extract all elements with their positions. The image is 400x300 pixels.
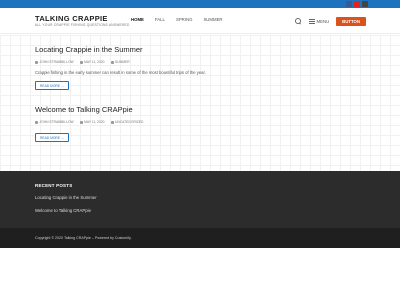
nav-item-fall[interactable]: FALL xyxy=(155,17,165,22)
recent-post-link[interactable]: Locating Crappie in the Summer xyxy=(35,195,97,200)
header-button[interactable]: BUTTON xyxy=(336,17,366,26)
folder-icon xyxy=(110,60,114,64)
social-icons xyxy=(346,1,368,7)
clock-icon xyxy=(79,60,83,64)
post-category-label: UNCATEGORIZED xyxy=(115,120,144,124)
post-author[interactable]: JOHN STRAWBILLOW xyxy=(35,60,74,64)
post-date-label: MAY 11, 2020 xyxy=(84,60,105,64)
post-category[interactable]: SUMMER xyxy=(110,60,130,64)
post-category-label: SUMMER xyxy=(115,60,130,64)
post-category[interactable]: UNCATEGORIZED xyxy=(110,120,144,124)
youtube-icon[interactable] xyxy=(354,1,360,7)
recent-post-link[interactable]: Welcome to Talking CRAPpie xyxy=(35,208,91,213)
menu-label: MENU xyxy=(316,19,330,24)
post-author[interactable]: JOHN STRAWBILLOW xyxy=(35,120,74,124)
post-date: MAY 11, 2020 xyxy=(79,120,105,124)
read-more-button[interactable]: READ MORE → xyxy=(35,81,70,90)
user-icon xyxy=(35,120,38,124)
post-date: MAY 11, 2020 xyxy=(79,60,105,64)
clock-icon xyxy=(79,120,83,124)
post-title[interactable]: Locating Crappie in the Summer xyxy=(35,45,143,54)
post-meta: JOHN STRAWBILLOW MAY 11, 2020 SUMMER xyxy=(35,60,130,64)
copyright-text: Copyright © 2020 Talking CRAPpie – Power… xyxy=(35,236,132,240)
nav-item-spring[interactable]: SPRING xyxy=(176,17,192,22)
post-author-label: JOHN STRAWBILLOW xyxy=(39,120,74,124)
site-title[interactable]: TALKING CRAPPIE xyxy=(35,14,108,23)
hamburger-icon xyxy=(308,19,315,24)
main-content xyxy=(0,35,400,171)
search-icon[interactable] xyxy=(294,18,302,25)
site-tagline: ALL YOUR CRAPPIE FISHING QUESTIONS ANSWE… xyxy=(35,23,130,27)
site-header: TALKING CRAPPIE ALL YOUR CRAPPIE FISHING… xyxy=(0,8,400,34)
read-more-button[interactable]: READ MORE → xyxy=(35,133,70,142)
post-title[interactable]: Welcome to Talking CRAPpie xyxy=(35,105,133,114)
footer-bottom: Copyright © 2020 Talking CRAPpie – Power… xyxy=(0,228,400,248)
nav-item-summer[interactable]: SUMMER xyxy=(203,17,222,22)
facebook-icon[interactable] xyxy=(346,1,352,7)
user-icon xyxy=(35,60,38,64)
post-excerpt: Crappie fishing in the early summer can … xyxy=(35,70,206,75)
instagram-icon[interactable] xyxy=(362,1,368,7)
post-author-label: JOHN STRAWBILLOW xyxy=(39,60,74,64)
folder-icon xyxy=(110,120,114,124)
top-bar xyxy=(0,0,400,8)
recent-posts-title: RECENT POSTS xyxy=(35,183,73,188)
menu-button[interactable]: MENU xyxy=(308,19,330,24)
header-actions: MENU BUTTON xyxy=(294,17,366,26)
post-date-label: MAY 11, 2020 xyxy=(84,120,105,124)
footer-widgets: RECENT POSTS Locating Crappie in the Sum… xyxy=(0,171,400,228)
post-meta: JOHN STRAWBILLOW MAY 11, 2020 UNCATEGORI… xyxy=(35,120,143,124)
nav-item-home[interactable]: HOME xyxy=(131,17,144,22)
main-nav: HOME FALL SPRING SUMMER xyxy=(131,17,223,22)
